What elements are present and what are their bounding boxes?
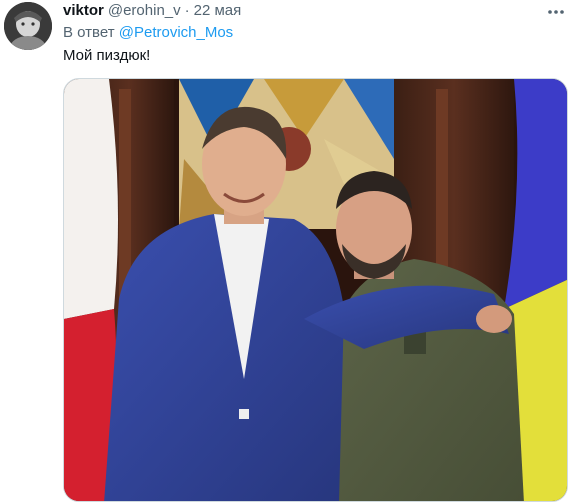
tweet-date[interactable]: 22 мая [194,2,242,19]
avatar[interactable] [4,2,52,50]
reply-prefix: В ответ [63,24,115,41]
more-horizontal-icon [547,9,565,15]
tweet-text: Мой пиздюк! [63,47,151,64]
user-handle[interactable]: @erohin_v [108,2,181,19]
separator-dot: · [184,2,190,19]
display-name[interactable]: viktor [63,2,104,19]
reply-to-link[interactable]: @Petrovich_Mos [119,24,233,41]
reply-context: В ответ @Petrovich_Mos [63,24,233,41]
more-options-button[interactable] [546,4,566,20]
tweet-photo[interactable] [63,78,568,502]
tweet[interactable]: viktor @erohin_v · 22 мая В ответ @Petro… [0,0,572,504]
tweet-header: viktor @erohin_v · 22 мая [63,2,241,22]
